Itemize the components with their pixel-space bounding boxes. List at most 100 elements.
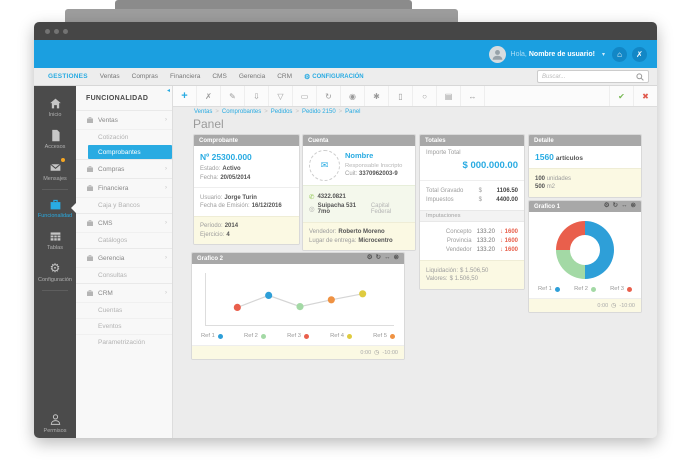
window-control-dot[interactable]	[63, 28, 68, 34]
briefcase-icon	[86, 219, 94, 227]
resize-icon[interactable]: ↔	[621, 203, 628, 210]
toolbar-key-button[interactable]: ✱	[365, 86, 389, 106]
toolbar-delete-button[interactable]: ▯	[389, 86, 413, 106]
close-icon[interactable]: ⊗	[394, 255, 399, 262]
toolbar-pin-button[interactable]: ◉	[341, 86, 365, 106]
avatar[interactable]	[488, 45, 506, 63]
phone-row: ✆ 4322.0821	[309, 193, 409, 201]
data-point[interactable]	[233, 303, 241, 311]
nav-item-catalogos[interactable]: Catálogos	[76, 232, 172, 248]
account-avatar[interactable]: ✉	[309, 150, 340, 181]
breadcrumb-item[interactable]: Ventas	[194, 109, 212, 115]
legend-dot	[554, 286, 560, 292]
data-point[interactable]	[327, 296, 335, 304]
nav-group-ventas[interactable]: Ventas ›	[76, 110, 172, 129]
toolbar-search-button[interactable]: ○	[413, 86, 437, 106]
menu-item-cms[interactable]: CMS	[206, 73, 232, 80]
refresh-icon[interactable]: ↻	[376, 255, 381, 262]
field-label: Usuario:	[200, 194, 223, 201]
refresh-icon[interactable]: ↻	[613, 203, 618, 210]
field-value: Jorge Turin	[224, 194, 257, 201]
sidebar-item-mensajes[interactable]: Mensajes	[34, 155, 76, 187]
nav-item-consultas[interactable]: Consultas	[76, 267, 172, 283]
nav-item-caja-y-bancos[interactable]: Caja y Bancos	[76, 197, 172, 213]
window-control-dot[interactable]	[54, 28, 59, 34]
nav-group-gerencia[interactable]: Gerencia ›	[76, 248, 172, 267]
username-text: Nombre de usuario!	[528, 50, 595, 58]
grafico-2-header: Grafico 2 ⚙ ↻ ↔ ⊗	[192, 253, 404, 264]
field-value: 133.20	[476, 247, 495, 253]
close-session-button[interactable]: ✗	[632, 46, 647, 62]
field-value: Microcentro	[358, 237, 393, 244]
toolbar-cancel-button[interactable]: ✖	[633, 86, 657, 106]
nav-item-cotizacion[interactable]: Cotización	[76, 129, 172, 145]
toolbar-refresh-button[interactable]: ↻	[317, 86, 341, 106]
menu-item-configuracion[interactable]: ⚙ CONFIGURACIÓN	[304, 73, 364, 81]
toolbar-print-button[interactable]: ▤	[437, 86, 461, 106]
nav-group-financiera[interactable]: Financiera ›	[76, 178, 172, 197]
menu-item-compras[interactable]: Compras	[126, 73, 164, 80]
field-row: Ejercicio: 4	[200, 232, 293, 238]
sidebar-item-permisos[interactable]: Permisos	[34, 407, 76, 438]
nav-group-cms[interactable]: CMS ›	[76, 213, 172, 232]
nav-item-parametrizacion[interactable]: Parametrización	[76, 334, 172, 350]
gear-icon[interactable]: ⚙	[604, 203, 610, 210]
menu-item-ventas[interactable]: Ventas	[94, 73, 126, 80]
imputaciones-header: Imputaciones	[420, 210, 524, 222]
legend-item-ref-2: Ref 2	[574, 286, 596, 292]
breadcrumb-item[interactable]: Panel	[345, 109, 360, 115]
menu-item-financiera[interactable]: Financiera	[164, 73, 206, 80]
menu-item-gestiones[interactable]: GESTIONES	[42, 73, 94, 80]
chevron-down-icon[interactable]: ▾	[602, 51, 605, 58]
grafico-2-legend: Ref 1 Ref 2 Ref 3 Ref 4 Ref 5	[192, 328, 404, 345]
toolbar-edit-button[interactable]: ✎	[221, 86, 245, 106]
sidebar-item-tablas[interactable]: Tablas	[34, 224, 76, 256]
field-row: Fecha de Emisión: 16/12/2016	[200, 203, 293, 209]
data-point[interactable]	[265, 291, 273, 299]
nav-item-eventos[interactable]: Eventos	[76, 318, 172, 334]
toolbar-confirm-button[interactable]: ✔	[609, 86, 633, 106]
sidebar-item-configuracion[interactable]: ⚙ Configuración	[34, 256, 76, 288]
menu-item-crm[interactable]: CRM	[271, 73, 298, 80]
menu-item-gerencia[interactable]: Gerencia	[233, 73, 271, 80]
toolbar-card-button[interactable]: ▭	[293, 86, 317, 106]
close-icon[interactable]: ⊗	[631, 203, 636, 210]
breadcrumb-item[interactable]: Pedido 2150	[302, 109, 336, 115]
resize-icon[interactable]: ↔	[384, 255, 391, 262]
sidebar-item-inicio[interactable]: Inicio	[34, 91, 76, 123]
search-box[interactable]: Buscar...	[537, 70, 649, 83]
chevron-right-icon: ›	[165, 255, 167, 261]
nav-item-cuentas[interactable]: Cuentas	[76, 302, 172, 318]
field-row: 100 unidades	[535, 176, 635, 182]
card-title: Detalle	[534, 137, 554, 144]
toolbar-add-button[interactable]: +	[173, 86, 197, 106]
briefcase-icon	[86, 254, 94, 262]
breadcrumb-item[interactable]: Pedidos	[271, 109, 293, 115]
breadcrumb-item[interactable]: Comprobantes	[222, 109, 261, 115]
address-main: Suipacha 531 7mo	[317, 203, 357, 215]
detalle-card-header: Detalle	[529, 135, 641, 146]
user-greeting[interactable]: Hola, Nombre de usuario!	[511, 51, 595, 58]
sidebar-item-accesos[interactable]: Accesos	[34, 123, 76, 155]
cuenta-delivery-section: Vendedor: Roberto Moreno Lugar de entrega…	[303, 221, 415, 250]
gear-icon[interactable]: ⚙	[367, 255, 373, 262]
sidebar-item-funcionalidad[interactable]: Funcionalidad	[34, 192, 76, 224]
line-chart	[233, 290, 367, 311]
data-point[interactable]	[359, 290, 367, 298]
window-control-dot[interactable]	[45, 28, 50, 34]
toolbar-download-button[interactable]: ⇩	[245, 86, 269, 106]
account-name: Nombre	[345, 151, 374, 160]
toolbar-close-button[interactable]: ✗	[197, 86, 221, 106]
toolbar-resize-button[interactable]: ↔	[461, 86, 485, 106]
line-chart-area	[205, 273, 394, 326]
collapse-panel-icon[interactable]: ◂	[167, 87, 170, 94]
sidebar-item-label: Permisos	[43, 428, 67, 434]
nav-group-crm[interactable]: CRM ›	[76, 283, 172, 302]
home-button[interactable]: ⌂	[612, 46, 627, 62]
legend-label: Ref 2	[244, 333, 258, 339]
toolbar-filter-button[interactable]: ▽	[269, 86, 293, 106]
address-row: ◎ Suipacha 531 7mo Capital Federal	[309, 203, 409, 215]
nav-group-compras[interactable]: Compras ›	[76, 159, 172, 178]
data-point[interactable]	[296, 303, 304, 311]
nav-item-comprobantes[interactable]: Comprobantes	[88, 145, 172, 159]
